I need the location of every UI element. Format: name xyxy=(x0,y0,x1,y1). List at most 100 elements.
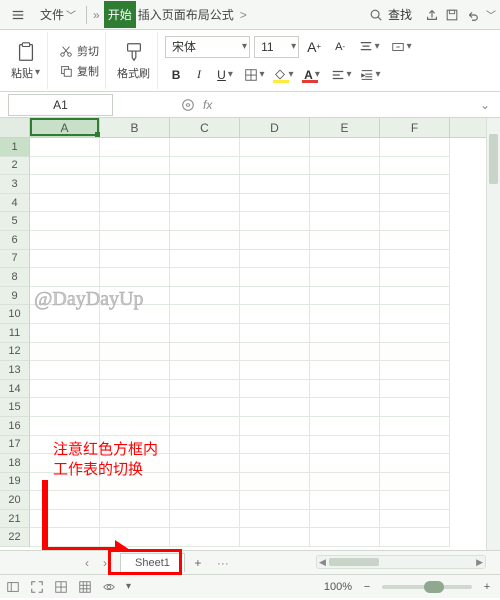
cell[interactable] xyxy=(30,268,100,287)
read-mode-button[interactable] xyxy=(100,578,118,596)
cell[interactable] xyxy=(380,324,450,343)
cell[interactable] xyxy=(240,380,310,399)
row-header[interactable]: 4 xyxy=(0,194,30,213)
add-sheet-button[interactable]: + xyxy=(189,556,207,570)
cell[interactable] xyxy=(380,268,450,287)
view-page-button[interactable] xyxy=(76,578,94,596)
font-color-button[interactable]: A ▾ xyxy=(298,64,326,86)
cell[interactable] xyxy=(240,212,310,231)
cell[interactable] xyxy=(240,473,310,492)
cell[interactable] xyxy=(380,528,450,547)
cell[interactable] xyxy=(100,268,170,287)
cell[interactable] xyxy=(380,194,450,213)
cell[interactable] xyxy=(380,157,450,176)
increase-font-button[interactable]: A+ xyxy=(303,36,325,58)
fill-color-button[interactable]: ▾ xyxy=(269,64,297,86)
cell[interactable] xyxy=(380,175,450,194)
align-top-button[interactable]: ▾ xyxy=(355,36,383,58)
cell[interactable] xyxy=(170,268,240,287)
row-header[interactable]: 9 xyxy=(0,287,30,306)
cell[interactable] xyxy=(240,343,310,362)
cell[interactable] xyxy=(310,324,380,343)
cell[interactable] xyxy=(310,138,380,157)
cell[interactable] xyxy=(170,491,240,510)
cell[interactable] xyxy=(240,287,310,306)
tab-insert[interactable]: 插入页面布局公式 xyxy=(136,1,236,28)
cell[interactable] xyxy=(170,175,240,194)
cell[interactable] xyxy=(310,473,380,492)
paste-button[interactable]: 粘贴▾ xyxy=(7,39,44,83)
cell[interactable] xyxy=(240,436,310,455)
underline-button[interactable]: U▾ xyxy=(211,64,239,86)
spreadsheet-grid[interactable]: A B C D E F 1234567891011121314151617181… xyxy=(0,118,500,550)
cell[interactable] xyxy=(240,324,310,343)
col-header[interactable]: C xyxy=(170,118,240,137)
cell[interactable] xyxy=(100,417,170,436)
cell[interactable] xyxy=(100,231,170,250)
cell[interactable] xyxy=(380,287,450,306)
cell[interactable] xyxy=(30,194,100,213)
cell[interactable] xyxy=(170,454,240,473)
cell[interactable] xyxy=(100,491,170,510)
cell[interactable] xyxy=(240,528,310,547)
copy-button[interactable]: 复制 xyxy=(55,62,102,80)
row-header[interactable]: 21 xyxy=(0,510,30,529)
cell[interactable] xyxy=(30,250,100,269)
cell[interactable] xyxy=(170,138,240,157)
cell[interactable] xyxy=(240,250,310,269)
cell[interactable] xyxy=(170,510,240,529)
cell[interactable] xyxy=(310,212,380,231)
cell[interactable] xyxy=(380,212,450,231)
vertical-scrollbar[interactable] xyxy=(486,118,500,550)
cell[interactable] xyxy=(100,436,170,455)
cell[interactable] xyxy=(30,212,100,231)
cell[interactable] xyxy=(170,528,240,547)
row-header[interactable]: 19 xyxy=(0,473,30,492)
font-size-select[interactable]: 11 ▾ xyxy=(254,36,299,58)
cell[interactable] xyxy=(170,436,240,455)
formula-input[interactable] xyxy=(218,94,474,116)
cell[interactable] xyxy=(170,324,240,343)
cell[interactable] xyxy=(100,305,170,324)
cell[interactable] xyxy=(100,175,170,194)
formula-expand-button[interactable]: ⌄ xyxy=(474,94,496,116)
cell[interactable] xyxy=(380,250,450,269)
chevron-down-icon[interactable]: ﹀ xyxy=(486,7,496,22)
cell[interactable] xyxy=(380,361,450,380)
sheet-nav-next[interactable]: › xyxy=(98,556,112,570)
row-header[interactable]: 6 xyxy=(0,231,30,250)
cell[interactable] xyxy=(380,231,450,250)
cell[interactable] xyxy=(30,361,100,380)
bold-button[interactable]: B xyxy=(165,64,187,86)
cell[interactable] xyxy=(170,473,240,492)
cut-button[interactable]: 剪切 xyxy=(55,42,102,60)
cell[interactable] xyxy=(30,473,100,492)
cell[interactable] xyxy=(240,454,310,473)
name-box[interactable]: A1 xyxy=(8,94,113,116)
cell[interactable] xyxy=(310,343,380,362)
scrollbar-thumb[interactable] xyxy=(489,134,498,184)
row-header[interactable]: 15 xyxy=(0,398,30,417)
share-icon[interactable] xyxy=(424,7,440,23)
cell[interactable] xyxy=(310,491,380,510)
cell[interactable] xyxy=(170,417,240,436)
cell[interactable] xyxy=(310,417,380,436)
cell[interactable] xyxy=(240,491,310,510)
cell[interactable] xyxy=(30,436,100,455)
save-icon[interactable] xyxy=(444,7,460,23)
row-header[interactable]: 18 xyxy=(0,454,30,473)
cell[interactable] xyxy=(170,305,240,324)
cell[interactable] xyxy=(380,510,450,529)
row-header[interactable]: 20 xyxy=(0,491,30,510)
zoom-slider[interactable] xyxy=(382,585,472,589)
cell[interactable] xyxy=(380,398,450,417)
cell[interactable] xyxy=(380,305,450,324)
cell[interactable] xyxy=(30,398,100,417)
cell[interactable] xyxy=(310,194,380,213)
select-all-corner[interactable] xyxy=(0,118,30,137)
cell[interactable] xyxy=(240,194,310,213)
col-header[interactable]: D xyxy=(240,118,310,137)
cell[interactable] xyxy=(240,268,310,287)
cell[interactable] xyxy=(30,157,100,176)
file-menu-button[interactable]: 文件 ﹀ xyxy=(34,3,82,26)
